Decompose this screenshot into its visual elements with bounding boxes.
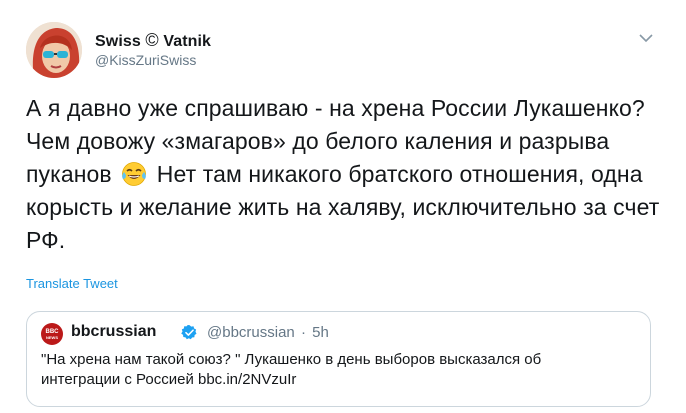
quoted-handle[interactable]: @bbcrussian [207,324,295,341]
tears-of-joy-emoji-icon [122,162,147,186]
author-name[interactable]: Swiss © Vatnik [95,30,211,51]
quoted-author-name[interactable]: bbcrussian [71,323,156,341]
verified-badge-icon [181,325,197,340]
chevron-down-icon [639,33,653,42]
translate-tweet-link[interactable]: Translate Tweet [26,276,118,291]
tweet-text: А я давно уже спрашиваю - на хрена Росси… [26,95,660,253]
tweet-card: Swiss © Vatnik @KissZuriSwiss А я давно … [0,0,686,413]
avatar[interactable] [26,22,82,78]
copyright-symbol: © [145,30,159,50]
quoted-text: "На хрена нам такой союз? " Лукашенко в … [41,351,542,388]
quoted-tweet[interactable]: BBC NEWS bbcrussian @bbcrussian · 5h "На… [26,311,651,407]
quoted-meta: @bbcrussian · 5h [207,324,329,341]
quoted-timestamp[interactable]: 5h [312,324,329,341]
more-options-button[interactable] [636,28,656,48]
bbc-news-logo: BBC NEWS [41,323,63,345]
avatar-image [26,22,82,78]
author-handle[interactable]: @KissZuriSwiss [95,52,196,68]
